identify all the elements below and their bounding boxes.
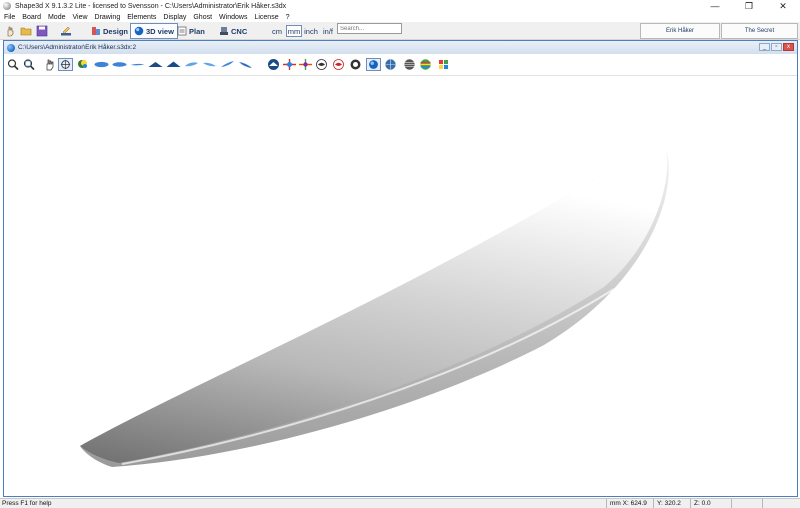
hand-icon[interactable] xyxy=(4,25,16,37)
view-perspective-1-icon[interactable] xyxy=(184,58,199,71)
window-controls: — ❐ ✕ xyxy=(698,0,800,12)
status-mm-x: mm X: 624.9 xyxy=(606,499,652,508)
panel-tab-erik-haker[interactable]: Erik Håker xyxy=(640,23,720,39)
status-help-text: Press F1 for help xyxy=(2,500,52,507)
axis-color-icon[interactable] xyxy=(298,58,313,71)
render-globe-icon[interactable] xyxy=(383,58,398,71)
menu-drawing[interactable]: Drawing xyxy=(95,14,121,21)
unit-cm-button[interactable]: cm xyxy=(269,25,285,37)
close-button[interactable]: ✕ xyxy=(766,0,800,12)
title-bar: Shape3d X 9.1.3.2 Lite - licensed to Sve… xyxy=(0,0,800,12)
rotate-view-icon[interactable] xyxy=(58,58,73,71)
unit-mm-button[interactable]: mm xyxy=(286,25,302,37)
menu-bar: File Board Mode View Drawing Elements Di… xyxy=(0,12,800,22)
status-field-empty-2 xyxy=(762,499,800,508)
status-z: Z: 0.0 xyxy=(690,499,730,508)
document-title: C:\Users\Administrator\Erik Håker.s3dx:2 xyxy=(18,44,137,51)
view-perspective-2-icon[interactable] xyxy=(202,58,217,71)
view-bottom-icon[interactable] xyxy=(112,58,127,71)
mode-plan-label: Plan xyxy=(189,26,205,36)
minimize-button[interactable]: — xyxy=(698,0,732,12)
menu-view[interactable]: View xyxy=(72,14,87,21)
mode-design-button[interactable]: Design xyxy=(88,23,131,39)
mode-design-label: Design xyxy=(103,26,129,36)
grid-sphere-icon[interactable] xyxy=(402,58,417,71)
axis-cross-icon[interactable] xyxy=(282,58,297,71)
view-perspective-4-icon[interactable] xyxy=(238,58,253,71)
mode-3d-view-label: 3D view xyxy=(146,26,174,36)
view-deck-icon[interactable] xyxy=(94,58,109,71)
menu-license[interactable]: License xyxy=(254,14,278,21)
zoom-window-icon[interactable] xyxy=(22,58,37,71)
panel-tab-the-secret[interactable]: The Secret xyxy=(721,23,798,39)
menu-elements[interactable]: Elements xyxy=(127,14,156,21)
surfboard-3d-render xyxy=(80,139,669,467)
search-input[interactable] xyxy=(337,23,402,34)
window-title: Shape3d X 9.1.3.2 Lite - licensed to Sve… xyxy=(15,2,287,10)
menu-display[interactable]: Display xyxy=(163,14,186,21)
board-deck xyxy=(80,139,668,463)
mode-plan-button[interactable]: Plan xyxy=(174,23,208,39)
shade-2-icon[interactable] xyxy=(331,58,346,71)
save-icon[interactable] xyxy=(36,25,48,37)
zoom-icon[interactable] xyxy=(6,58,21,71)
status-bar: Press F1 for help mm X: 624.9 Y: 320.2 Z… xyxy=(0,498,800,508)
3d-view-icon xyxy=(134,26,144,36)
document-title-bar: C:\Users\Administrator\Erik Håker.s3dx:2… xyxy=(4,41,797,54)
document-close-button[interactable]: x xyxy=(783,43,794,51)
view-toolbar xyxy=(4,54,797,76)
plan-icon xyxy=(177,26,187,36)
mode-cnc-label: CNC xyxy=(231,26,248,36)
menu-mode[interactable]: Mode xyxy=(48,14,66,21)
restore-button[interactable]: ❐ xyxy=(732,0,766,12)
app-icon xyxy=(3,2,11,10)
rocker-view-icon[interactable] xyxy=(266,58,281,71)
render-sphere-icon[interactable] xyxy=(366,58,381,71)
status-field-empty-1 xyxy=(731,499,761,508)
unit-inf-button[interactable]: in/f xyxy=(320,25,336,37)
shade-3-icon[interactable] xyxy=(348,58,363,71)
cnc-icon xyxy=(220,27,228,35)
view-nose-icon[interactable] xyxy=(166,58,181,71)
unit-inch-button[interactable]: inch xyxy=(303,25,319,37)
design-icon xyxy=(92,27,100,35)
pencil-tool-icon[interactable] xyxy=(60,25,72,37)
shade-1-icon[interactable] xyxy=(314,58,329,71)
color-palette-icon[interactable] xyxy=(436,58,451,71)
mode-cnc-button[interactable]: CNC xyxy=(216,23,250,39)
document-controls: _ ▫ x xyxy=(758,43,794,51)
status-y: Y: 320.2 xyxy=(653,499,689,508)
view-tail-icon[interactable] xyxy=(148,58,163,71)
menu-file[interactable]: File xyxy=(4,14,15,21)
view-perspective-3-icon[interactable] xyxy=(220,58,235,71)
document-minimize-button[interactable]: _ xyxy=(759,43,770,51)
view-side-icon[interactable] xyxy=(130,58,145,71)
color-board-icon[interactable] xyxy=(76,58,91,71)
document-window: C:\Users\Administrator\Erik Håker.s3dx:2… xyxy=(3,40,798,497)
mode-3d-view-button[interactable]: 3D view xyxy=(130,23,178,39)
rainbow-sphere-icon[interactable] xyxy=(418,58,433,71)
menu-board[interactable]: Board xyxy=(22,14,41,21)
menu-ghost[interactable]: Ghost xyxy=(193,14,212,21)
menu-windows[interactable]: Windows xyxy=(219,14,247,21)
pan-hand-icon[interactable] xyxy=(42,58,57,71)
document-icon xyxy=(7,43,15,52)
document-restore-button[interactable]: ▫ xyxy=(771,43,782,51)
open-folder-icon[interactable] xyxy=(20,25,32,37)
menu-help[interactable]: ? xyxy=(286,14,290,21)
3d-viewport[interactable] xyxy=(4,77,797,496)
